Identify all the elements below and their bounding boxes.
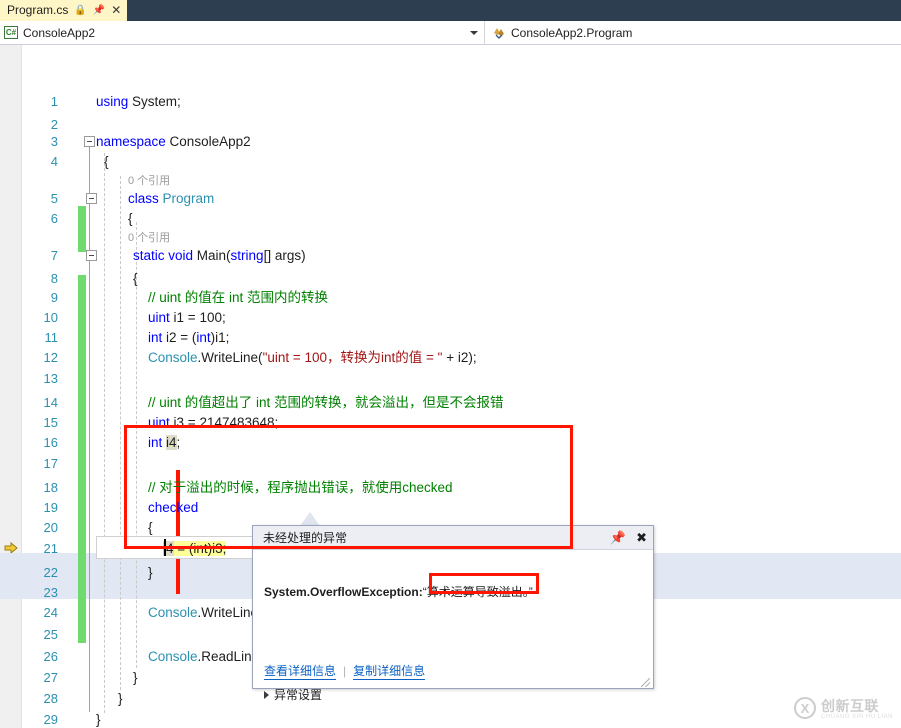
line-number: 16 <box>43 435 58 450</box>
pin-icon[interactable]: 📌 <box>93 0 105 21</box>
line-number: 26 <box>43 649 58 664</box>
close-icon[interactable]: ✕ <box>111 0 121 21</box>
watermark-subtext: CHUANG XIN HU LIAN <box>820 714 893 720</box>
navigation-bar: C# ConsoleApp2 ConsoleApp2.Program <box>0 21 901 45</box>
pin-icon[interactable]: 📌 <box>610 526 626 550</box>
line-number: 20 <box>43 520 58 535</box>
popup-pointer <box>300 512 320 526</box>
line-text: { <box>104 154 109 169</box>
view-details-link[interactable]: 查看详细信息 <box>264 662 337 680</box>
line-text: } <box>96 712 101 727</box>
line-text: int i4; <box>148 435 181 450</box>
exception-popup-body: System.OverflowException:“算术运算导致溢出。” 查看详… <box>253 550 653 702</box>
tab-label: Program.cs <box>7 3 69 17</box>
type-dropdown-value: ConsoleApp2 <box>23 25 96 40</box>
code-line: 6 { <box>0 207 901 230</box>
code-line: 12 Console.WriteLine("uint = 100，转换为int的… <box>0 346 901 369</box>
code-line: 13 <box>0 367 901 390</box>
code-line: 16 int i4; <box>0 431 901 454</box>
close-icon[interactable]: ✖ <box>636 526 647 550</box>
tab-program-cs[interactable]: Program.cs 🔒 📌 ✕ <box>0 0 128 21</box>
tab-strip: Program.cs 🔒 📌 ✕ <box>0 0 901 21</box>
line-number: 13 <box>43 371 58 386</box>
save-icon[interactable]: 🔒 <box>74 0 86 21</box>
line-number: 1 <box>50 94 58 109</box>
line-number: 21 <box>43 541 58 556</box>
line-number: 28 <box>43 691 58 706</box>
exception-helper-popup[interactable]: 未经处理的异常 📌 ✖ System.OverflowException:“算术… <box>252 525 654 702</box>
exception-settings-expander[interactable]: 异常设置 <box>264 686 322 703</box>
exception-popup-title: 未经处理的异常 <box>263 531 348 545</box>
line-number: 6 <box>50 211 58 226</box>
line-number: 29 <box>43 712 58 727</box>
line-number: 24 <box>43 605 58 620</box>
member-dropdown-value: ConsoleApp2.Program <box>511 25 633 40</box>
link-separator: | <box>343 664 347 678</box>
code-line: 28 } <box>0 687 901 710</box>
line-text: Console.WriteLine("uint = 100，转换为int的值 =… <box>148 350 477 365</box>
text-caret <box>164 539 166 556</box>
exception-settings-label: 异常设置 <box>274 688 323 702</box>
visual-studio-editor-window: Program.cs 🔒 📌 ✕ C# ConsoleApp2 ConsoleA… <box>0 0 901 728</box>
line-number: 12 <box>43 350 58 365</box>
line-number: 7 <box>50 248 58 263</box>
line-text: } <box>118 691 123 706</box>
line-text: static void Main(string[] args) <box>133 248 306 263</box>
chevron-down-icon[interactable] <box>470 30 478 35</box>
code-line: 7 static void Main(string[] args) <box>0 244 901 267</box>
line-text: } <box>133 670 138 685</box>
exception-popup-buttons: 📌 ✖ <box>610 526 647 550</box>
line-text: i4 = (int)i3; <box>163 541 227 556</box>
copy-details-link[interactable]: 复制详细信息 <box>353 662 426 680</box>
line-number: 25 <box>43 627 58 642</box>
type-dropdown[interactable]: C# ConsoleApp2 <box>0 21 485 44</box>
exception-type-label: System.OverflowException: <box>264 585 423 599</box>
resize-grip-icon[interactable] <box>641 678 650 687</box>
line-number: 4 <box>50 154 58 169</box>
exception-popup-titlebar: 未经处理的异常 📌 ✖ <box>253 526 653 550</box>
watermark-text: 创新互联 <box>820 698 879 714</box>
chevron-right-icon <box>264 690 269 699</box>
exception-message-text: “算术运算导致溢出。” <box>422 585 533 599</box>
line-number: 27 <box>43 670 58 685</box>
line-number: 17 <box>43 456 58 471</box>
line-text: using System; <box>96 94 181 109</box>
exception-links: 查看详细信息 | 复制详细信息 <box>264 662 426 680</box>
code-line: 29 } <box>0 708 901 728</box>
watermark: X 创新互联 CHUANG XIN HU LIAN <box>793 696 893 720</box>
member-dropdown[interactable]: ConsoleApp2.Program <box>485 21 901 44</box>
exception-message-row: System.OverflowException:“算术运算导致溢出。” <box>264 583 533 600</box>
watermark-logo-icon: X <box>793 697 816 719</box>
line-text: { <box>128 211 133 226</box>
code-line: 1 using System; <box>0 90 901 113</box>
code-line: 4 { <box>0 150 901 173</box>
csharp-file-icon: C# <box>4 26 18 39</box>
method-member-icon <box>492 26 506 39</box>
code-line: 17 <box>0 452 901 475</box>
